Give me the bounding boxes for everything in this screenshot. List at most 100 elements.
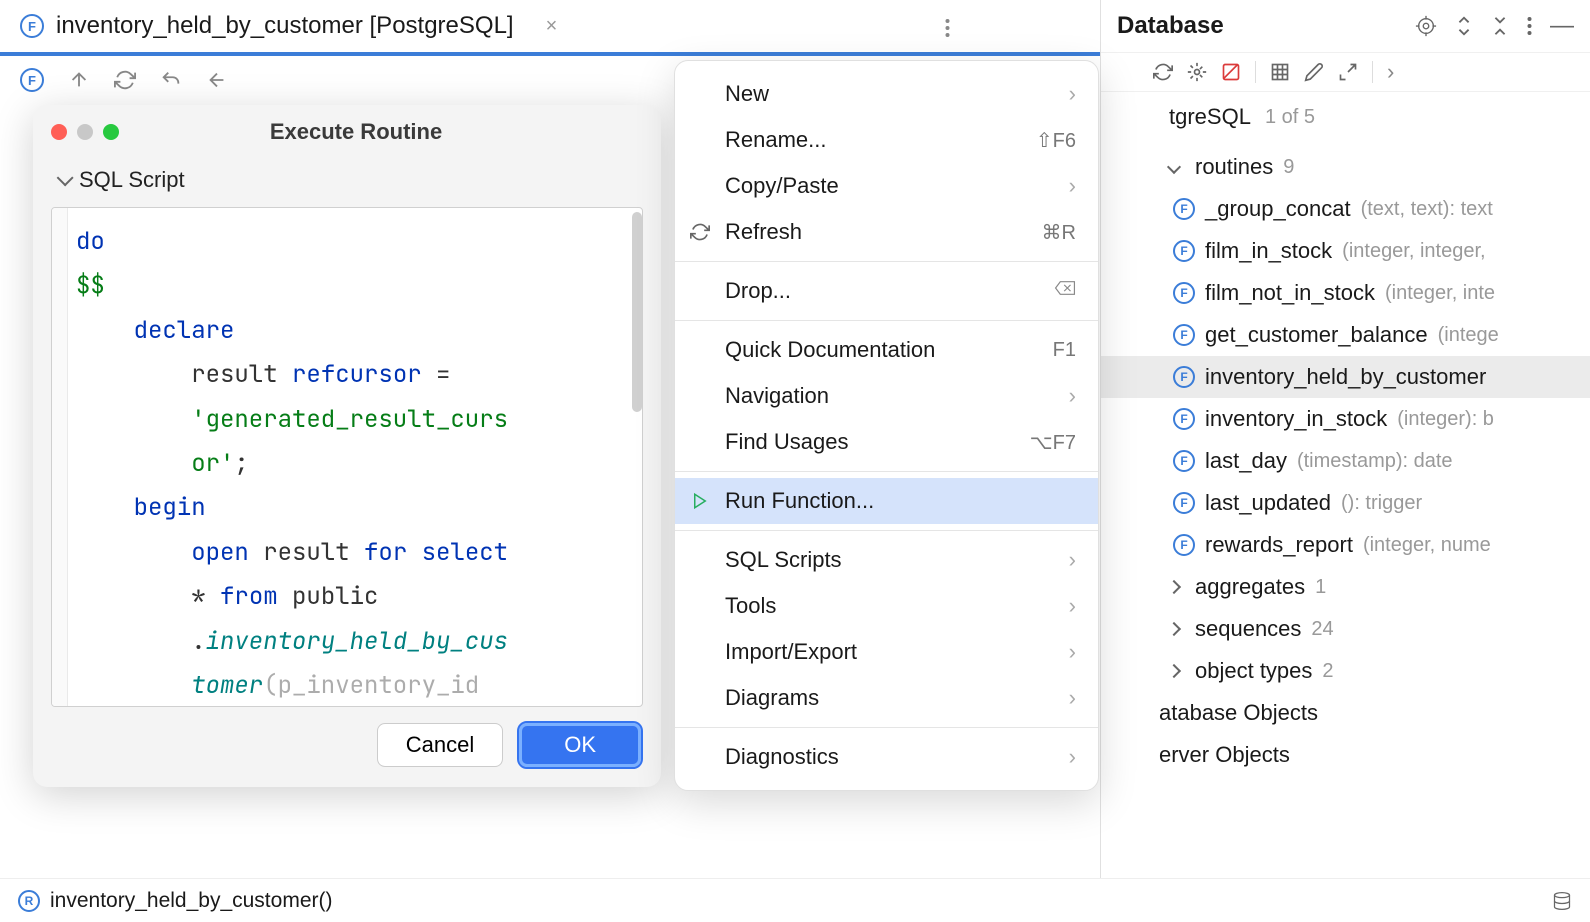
function-icon: F [1173, 324, 1195, 346]
tree-sequences[interactable]: sequences 24 [1101, 608, 1590, 650]
function-icon: F [1173, 198, 1195, 220]
tree-label: atabase Objects [1159, 700, 1318, 726]
tree-function-item[interactable]: Fget_customer_balance (intege [1101, 314, 1590, 356]
menu-find-usages[interactable]: Find Usages ⌥F7 [675, 419, 1098, 465]
function-name: inventory_in_stock [1205, 406, 1387, 432]
tree-object-types[interactable]: object types 2 [1101, 650, 1590, 692]
tree-function-item[interactable]: Ffilm_in_stock (integer, integer, [1101, 230, 1590, 272]
menu-diagrams[interactable]: Diagrams › [675, 675, 1098, 721]
menu-diagnostics[interactable]: Diagnostics › [675, 734, 1098, 780]
refresh-icon[interactable] [1153, 62, 1173, 82]
menu-label: Refresh [725, 219, 802, 245]
menu-import-export[interactable]: Import/Export › [675, 629, 1098, 675]
tree-server-objects[interactable]: erver Objects [1101, 734, 1590, 776]
count-badge: 1 [1315, 576, 1326, 599]
menu-separator [675, 471, 1098, 472]
chevron-right-icon: › [1069, 383, 1076, 409]
gear-icon[interactable] [1187, 62, 1207, 82]
function-name: inventory_held_by_customer [1205, 364, 1486, 390]
table-icon[interactable] [1270, 62, 1290, 82]
edit-icon[interactable] [1304, 62, 1324, 82]
menu-separator [675, 320, 1098, 321]
tree-function-item[interactable]: Flast_updated (): trigger [1101, 482, 1590, 524]
chevron-right-icon[interactable]: › [1387, 59, 1394, 85]
menu-navigation[interactable]: Navigation › [675, 373, 1098, 419]
chevron-right-icon: › [1069, 81, 1076, 107]
close-icon[interactable]: × [546, 15, 558, 38]
tab-title: inventory_held_by_customer [PostgreSQL] [56, 12, 514, 40]
database-tree: routines 9 F_group_concat (text, text): … [1101, 142, 1590, 780]
tree-function-item[interactable]: F_group_concat (text, text): text [1101, 188, 1590, 230]
stop-icon[interactable] [1221, 62, 1241, 82]
target-icon[interactable] [1415, 15, 1437, 37]
dialog-button-row: Cancel OK [33, 715, 661, 787]
function-signature: (text, text): text [1361, 198, 1493, 221]
collapse-icon[interactable] [1491, 15, 1509, 37]
shortcut: ⌘R [1042, 220, 1076, 245]
chevron-right-icon: › [1069, 744, 1076, 770]
tree-function-item[interactable]: Flast_day (timestamp): date [1101, 440, 1590, 482]
kebab-icon[interactable] [1527, 16, 1532, 36]
breadcrumb-count: 1 of 5 [1265, 106, 1315, 129]
function-icon: F [20, 14, 44, 38]
count-badge: 24 [1311, 618, 1333, 641]
back-icon[interactable] [206, 69, 228, 91]
menu-refresh[interactable]: Refresh ⌘R [675, 209, 1098, 255]
database-breadcrumb[interactable]: tgreSQL 1 of 5 [1101, 92, 1590, 142]
menu-label: Diagnostics [725, 744, 839, 770]
section-label: SQL Script [79, 167, 185, 193]
function-signature: (timestamp): date [1297, 450, 1453, 473]
tree-aggregates[interactable]: aggregates 1 [1101, 566, 1590, 608]
kebab-menu-icon[interactable] [945, 18, 950, 43]
chevron-right-icon [1167, 580, 1181, 594]
tree-label: routines [1195, 154, 1273, 180]
menu-drop[interactable]: Drop... [675, 268, 1098, 314]
minimize-icon[interactable]: — [1550, 12, 1574, 40]
code-content[interactable]: do $$ declare result refcursor = 'genera… [52, 208, 642, 707]
tree-routines[interactable]: routines 9 [1101, 146, 1590, 188]
database-title: Database [1117, 12, 1403, 40]
tree-function-item[interactable]: Frewards_report (integer, nume [1101, 524, 1590, 566]
menu-separator [675, 261, 1098, 262]
status-routine-name: inventory_held_by_customer() [50, 889, 332, 913]
shortcut: F1 [1053, 339, 1076, 362]
chevron-right-icon: › [1069, 547, 1076, 573]
upload-icon[interactable] [68, 69, 90, 91]
function-icon: F [1173, 366, 1195, 388]
expand-icon[interactable] [1455, 15, 1473, 37]
function-icon[interactable]: F [20, 68, 44, 92]
chevron-right-icon: › [1069, 173, 1076, 199]
menu-new[interactable]: New › [675, 71, 1098, 117]
menu-run-function[interactable]: Run Function... [675, 478, 1098, 524]
menu-tools[interactable]: Tools › [675, 583, 1098, 629]
editor-tab[interactable]: F inventory_held_by_customer [PostgreSQL… [20, 12, 557, 40]
menu-rename[interactable]: Rename... ⇧F6 [675, 117, 1098, 163]
database-icon [1552, 891, 1572, 911]
delete-icon [1054, 279, 1076, 303]
scrollbar[interactable] [632, 212, 642, 412]
menu-quick-documentation[interactable]: Quick Documentation F1 [675, 327, 1098, 373]
tree-database-objects[interactable]: atabase Objects [1101, 692, 1590, 734]
menu-label: Navigation [725, 383, 829, 409]
function-icon: F [1173, 408, 1195, 430]
menu-label: Quick Documentation [725, 337, 935, 363]
function-name: last_day [1205, 448, 1287, 474]
menu-sql-scripts[interactable]: SQL Scripts › [675, 537, 1098, 583]
tree-label: sequences [1195, 616, 1301, 642]
sql-script-section-header[interactable]: SQL Script [33, 159, 661, 207]
cancel-button[interactable]: Cancel [377, 723, 503, 767]
tree-function-item[interactable]: Finventory_held_by_customer [1101, 356, 1590, 398]
function-signature: (): trigger [1341, 492, 1422, 515]
refresh-icon[interactable] [114, 69, 136, 91]
tree-label: object types [1195, 658, 1312, 684]
undo-icon[interactable] [160, 69, 182, 91]
ok-button[interactable]: OK [519, 723, 641, 767]
sql-code-area[interactable]: do $$ declare result refcursor = 'genera… [51, 207, 643, 707]
close-window-button[interactable] [51, 124, 67, 140]
tree-function-item[interactable]: Finventory_in_stock (integer): b [1101, 398, 1590, 440]
jump-icon[interactable] [1338, 62, 1358, 82]
menu-copy-paste[interactable]: Copy/Paste › [675, 163, 1098, 209]
function-signature: (intege [1438, 324, 1499, 347]
menu-label: Rename... [725, 127, 827, 153]
tree-function-item[interactable]: Ffilm_not_in_stock (integer, inte [1101, 272, 1590, 314]
